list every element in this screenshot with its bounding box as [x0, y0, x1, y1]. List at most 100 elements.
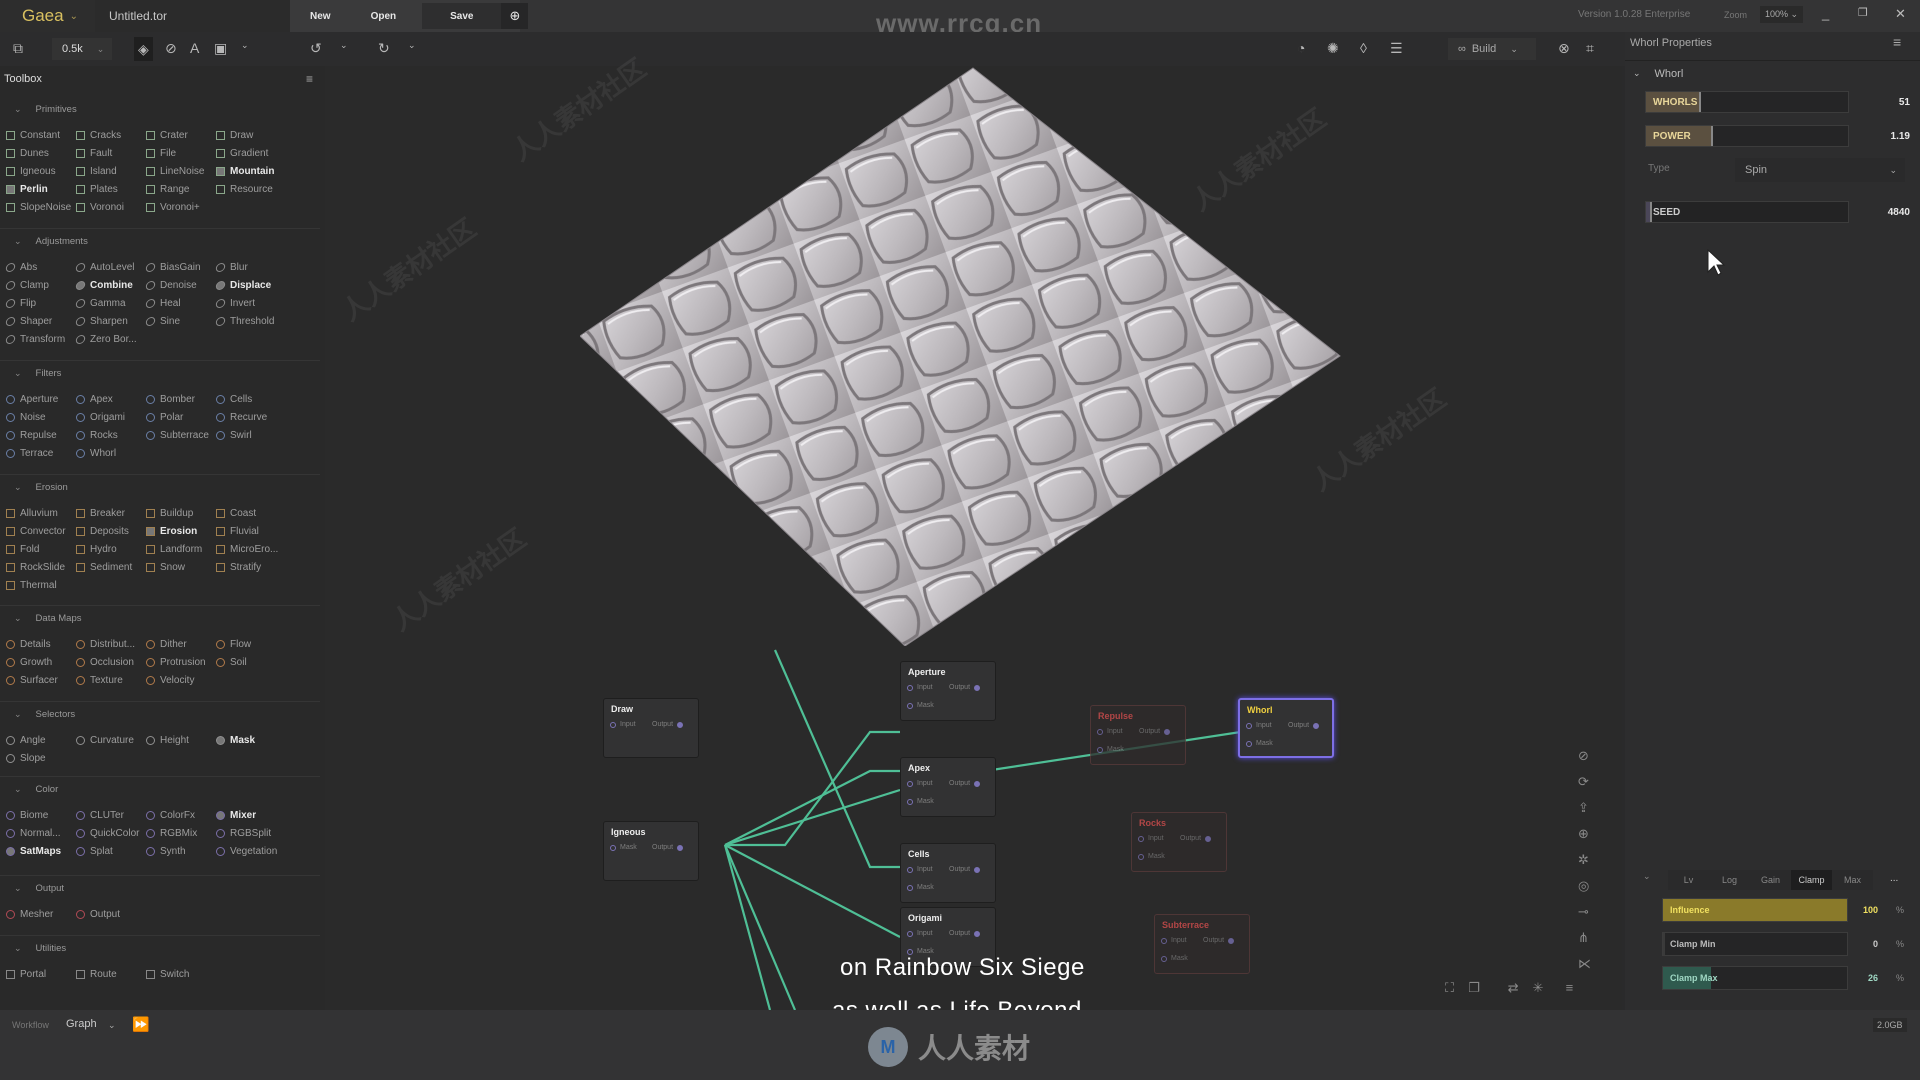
toolbox-item-cluter[interactable]: CLUTer — [76, 808, 146, 823]
minimize-icon[interactable]: _ — [1822, 6, 1829, 21]
toolbox-item-fault[interactable]: Fault — [76, 146, 146, 161]
toolbox-item-flow[interactable]: Flow — [216, 637, 306, 652]
toolbox-item-igneous[interactable]: Igneous — [6, 164, 76, 179]
toolbox-item-satmaps[interactable]: SatMaps — [6, 844, 76, 859]
toolbox-item-gradient[interactable]: Gradient — [216, 146, 306, 161]
node-port-mask[interactable]: Mask — [907, 798, 934, 805]
toolbox-item-coast[interactable]: Coast — [216, 506, 306, 521]
pin-icon[interactable]: ⊸ — [1578, 904, 1591, 920]
section-header-erosion[interactable]: ⌄ Erosion — [14, 482, 68, 493]
toolbox-item-fluvial[interactable]: Fluvial — [216, 524, 306, 539]
section-header-adjustments[interactable]: ⌄ Adjustments — [14, 236, 88, 247]
toolbox-item-vegetation[interactable]: Vegetation — [216, 844, 306, 859]
properties-section-header[interactable]: ⌄ Whorl — [1633, 68, 1683, 80]
export-icon[interactable]: ⇪ — [1578, 800, 1591, 816]
graph-node-whorl[interactable]: Whorl Input Output Mask — [1238, 698, 1334, 758]
clamp-max-slider[interactable]: Clamp Max — [1662, 966, 1848, 990]
node-port-input[interactable]: Input — [610, 721, 636, 728]
toolbox-item-dither[interactable]: Dither — [146, 637, 216, 652]
connect-icon[interactable]: ⋉ — [1578, 956, 1591, 972]
chevron-down-icon[interactable]: ⌄ — [108, 1020, 116, 1031]
toolbox-item-displace[interactable]: Displace — [214, 278, 306, 293]
toolbox-item-rocks[interactable]: Rocks — [76, 428, 146, 443]
build-button[interactable]: ∞ Build ⌄ — [1448, 38, 1536, 60]
chip-icon[interactable]: ⌗ — [1586, 40, 1594, 57]
node-port-output[interactable]: Output — [1139, 728, 1171, 735]
toolbox-item-biome[interactable]: Biome — [6, 808, 76, 823]
toolbox-item-combine[interactable]: Combine — [74, 278, 146, 293]
toolbox-item-landform[interactable]: Landform — [146, 542, 216, 557]
nodes-icon[interactable]: ⋔ — [1578, 930, 1591, 946]
influence-value[interactable]: 100 — [1838, 905, 1878, 915]
section-header-selectors[interactable]: ⌄ Selectors — [14, 709, 75, 720]
node-port-mask[interactable]: Mask — [1246, 740, 1273, 747]
toolbox-menu-icon[interactable]: ≡ — [306, 72, 313, 86]
undo-icon[interactable]: ↺ — [310, 40, 322, 57]
node-port-input[interactable]: Input — [907, 684, 933, 691]
toolbox-item-fold[interactable]: Fold — [6, 542, 76, 557]
properties-menu-icon[interactable]: ≡ — [1893, 34, 1901, 50]
clamp-max-value[interactable]: 26 — [1838, 973, 1878, 983]
layers-icon[interactable]: ☰ — [1390, 40, 1403, 57]
toolbox-item-shaper[interactable]: Shaper — [4, 314, 76, 329]
node-port-output[interactable]: Output — [1288, 722, 1320, 729]
toolbox-item-distribut-[interactable]: Distribut... — [76, 637, 146, 652]
node-port-output[interactable]: Output — [949, 866, 981, 873]
node-port-input[interactable]: Input — [907, 930, 933, 937]
toolbox-item-protrusion[interactable]: Protrusion — [146, 655, 216, 670]
toolbox-item-swirl[interactable]: Swirl — [216, 428, 306, 443]
workflow-select[interactable]: Graph — [66, 1018, 97, 1030]
toolbox-item-aperture[interactable]: Aperture — [6, 392, 76, 407]
toolbox-item-cells[interactable]: Cells — [216, 392, 306, 407]
toolbox-item-plates[interactable]: Plates — [76, 182, 146, 197]
toolbox-item-dunes[interactable]: Dunes — [6, 146, 76, 161]
toolbox-item-flip[interactable]: Flip — [4, 296, 76, 311]
toolbox-item-voronoi-[interactable]: Voronoi+ — [146, 200, 216, 215]
toolbox-item-sine[interactable]: Sine — [144, 314, 216, 329]
toolbox-item-velocity[interactable]: Velocity — [146, 673, 216, 688]
sun-icon[interactable]: ✺ — [1327, 40, 1339, 57]
toolbox-item-threshold[interactable]: Threshold — [214, 314, 306, 329]
modifier-tab-gain[interactable]: Gain — [1750, 870, 1791, 890]
toolbox-item-perlin[interactable]: Perlin — [6, 182, 76, 197]
section-header-primitives[interactable]: ⌄ Primitives — [14, 104, 77, 115]
view-3d-icon[interactable]: ◈ — [134, 37, 153, 61]
toolbox-item-snow[interactable]: Snow — [146, 560, 216, 575]
graph-node-apex[interactable]: Apex Input Output Mask — [900, 757, 996, 817]
toolbox-item-zero-bor-[interactable]: Zero Bor... — [74, 332, 146, 347]
seed-value[interactable]: 4840 — [1850, 207, 1910, 218]
node-port-mask[interactable]: Mask — [610, 844, 637, 851]
lighting-icon[interactable]: ◔ — [1297, 40, 1305, 56]
influence-slider[interactable]: Influence — [1662, 898, 1848, 922]
toolbox-item-curvature[interactable]: Curvature — [76, 733, 146, 748]
zoom-select[interactable]: 100% ⌄ — [1760, 6, 1804, 23]
toolbox-item-denoise[interactable]: Denoise — [144, 278, 216, 293]
toolbox-item-route[interactable]: Route — [76, 967, 146, 982]
node-port-input[interactable]: Input — [1246, 722, 1272, 729]
node-port-output[interactable]: Output — [949, 780, 981, 787]
toolbox-item-resource[interactable]: Resource — [216, 182, 306, 197]
section-header-utilities[interactable]: ⌄ Utilities — [14, 943, 66, 954]
app-menu[interactable]: Gaea ⌄ — [0, 0, 95, 32]
toolbox-item-mask[interactable]: Mask — [216, 733, 306, 748]
angle-icon[interactable]: A — [190, 40, 199, 56]
toolbox-item-synth[interactable]: Synth — [146, 844, 216, 859]
water-icon[interactable]: ◊ — [1360, 40, 1367, 56]
graph-menu-icon[interactable]: ≡ — [1566, 980, 1574, 996]
toolbox-item-file[interactable]: File — [146, 146, 216, 161]
node-port-input[interactable]: Input — [1138, 835, 1164, 842]
seed-icon[interactable]: ✲ — [1578, 852, 1591, 868]
toolbox-item-whorl[interactable]: Whorl — [76, 446, 146, 461]
section-header-data-maps[interactable]: ⌄ Data Maps — [14, 613, 81, 624]
toolbox-item-splat[interactable]: Splat — [76, 844, 146, 859]
toolbox-item-biasgain[interactable]: BiasGain — [144, 260, 216, 275]
toolbox-item-constant[interactable]: Constant — [6, 128, 76, 143]
modifier-tab-max[interactable]: Max — [1832, 870, 1873, 890]
node-port-mask[interactable]: Mask — [907, 884, 934, 891]
toolbox-item-normal-[interactable]: Normal... — [6, 826, 76, 841]
toolbox-item-occlusion[interactable]: Occlusion — [76, 655, 146, 670]
graph-node-subterrace[interactable]: Subterrace Input Output Mask — [1154, 914, 1250, 974]
node-port-output[interactable]: Output — [1203, 937, 1235, 944]
toolbox-item-colorfx[interactable]: ColorFx — [146, 808, 216, 823]
node-port-mask[interactable]: Mask — [1161, 955, 1188, 962]
